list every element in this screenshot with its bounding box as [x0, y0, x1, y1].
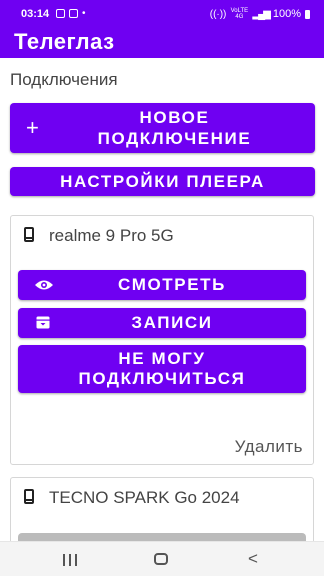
records-button[interactable]: Записи: [18, 308, 306, 338]
phone-icon: [24, 489, 34, 504]
new-connection-button[interactable]: + Новое подключение: [10, 103, 315, 153]
delete-link[interactable]: Удалить: [235, 437, 303, 457]
recents-icon[interactable]: [63, 554, 77, 566]
cant-connect-label-line2: подключиться: [78, 369, 246, 388]
status-time: 03:14: [21, 8, 50, 20]
phone-icon: [24, 227, 34, 242]
watch-label: Смотреть: [118, 275, 226, 294]
hotspot-icon: ((·)): [209, 8, 227, 20]
cant-connect-button[interactable]: Не могу подключиться: [18, 345, 306, 393]
back-icon[interactable]: <: [248, 550, 258, 567]
device-name: realme 9 Pro 5G: [49, 226, 174, 245]
records-label: Записи: [131, 313, 213, 332]
section-label: Подключения: [10, 70, 118, 89]
screenshot-icon: [69, 9, 78, 18]
status-right: ((·)) VoLTE 4G ▂▄▆ 100%: [210, 8, 310, 20]
status-bar: 03:14 • ((·)) VoLTE 4G ▂▄▆ 100%: [0, 0, 324, 28]
app-title: Телеглаз: [14, 29, 115, 54]
player-settings-label: Настройки плеера: [60, 172, 265, 191]
dot-icon: •: [82, 8, 86, 19]
battery-icon: [305, 9, 310, 19]
network-label: VoLTE 4G: [230, 8, 249, 20]
notification-icons: •: [56, 8, 86, 19]
app-bar: Телеглаз: [0, 28, 324, 58]
player-settings-button[interactable]: Настройки плеера: [10, 167, 315, 196]
battery-level: 100%: [272, 8, 301, 20]
home-icon[interactable]: [154, 553, 168, 565]
gallery-icon: [56, 9, 65, 18]
new-connection-label-line2: подключение: [97, 129, 252, 148]
signal-icon: ▂▄▆: [252, 8, 271, 20]
device-name: TECNO SPARK Go 2024: [49, 488, 240, 507]
navigation-bar: <: [0, 541, 324, 576]
device-card: realme 9 Pro 5G Смотреть Записи Не могу …: [10, 215, 314, 465]
new-connection-label-line1: Новое: [139, 108, 210, 127]
cant-connect-label-line1: Не могу: [118, 349, 206, 368]
watch-button[interactable]: Смотреть: [18, 270, 306, 300]
